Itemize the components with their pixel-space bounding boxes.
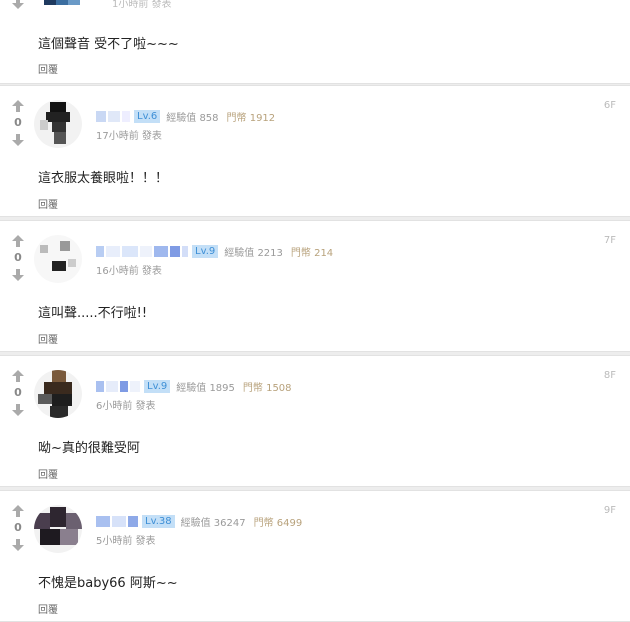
vote-score: 0 bbox=[14, 521, 22, 534]
arrow-down-icon[interactable] bbox=[8, 267, 28, 283]
experience-value: 經驗值 858 bbox=[166, 112, 219, 124]
avatar[interactable] bbox=[34, 100, 82, 148]
post-time: 16小時前 發表 bbox=[96, 266, 162, 277]
comment-card: 0 Lv.9 經驗值 1895 門幣 1508 6小時前 發表 8F 呦~真的很… bbox=[0, 355, 630, 487]
comment-card: 0 Lv.9 經驗值 2213 門幣 214 16小時前 發表 7F 這叫聲..… bbox=[0, 220, 630, 352]
username[interactable] bbox=[96, 515, 138, 527]
reply-button[interactable]: 回覆 bbox=[38, 61, 58, 76]
arrow-down-icon[interactable] bbox=[8, 0, 28, 11]
comment-text: 呦~真的很難受阿 bbox=[38, 441, 140, 456]
user-meta: Lv.9 經驗值 1895 門幣 1508 bbox=[96, 379, 300, 394]
floor-number: 9F bbox=[603, 505, 616, 516]
arrow-up-icon[interactable] bbox=[8, 368, 28, 384]
post-time: 6小時前 發表 bbox=[96, 401, 156, 412]
vote-column: 0 bbox=[8, 98, 28, 148]
avatar bbox=[44, 0, 84, 7]
arrow-down-icon[interactable] bbox=[8, 132, 28, 148]
vote-column: 0 bbox=[8, 233, 28, 283]
comment-card-top: 1小時前 發表 這個聲音 受不了啦~~~ 回覆 bbox=[0, 0, 630, 84]
vote-score: 0 bbox=[14, 386, 22, 399]
post-time: 17小時前 發表 bbox=[96, 131, 162, 142]
experience-value: 經驗值 1895 bbox=[176, 382, 235, 394]
comment-card: 0 Lv.38 經驗值 36247 門幣 6499 5小時前 發表 9F 不愧是… bbox=[0, 490, 630, 622]
arrow-up-icon[interactable] bbox=[8, 233, 28, 249]
avatar[interactable] bbox=[34, 370, 82, 418]
reply-button[interactable]: 回覆 bbox=[38, 466, 58, 481]
vote-column: 0 bbox=[8, 368, 28, 418]
post-time: 1小時前 發表 bbox=[112, 0, 172, 10]
coin-value: 門幣 214 bbox=[290, 247, 334, 259]
username[interactable] bbox=[96, 110, 130, 122]
comment-text: 這個聲音 受不了啦~~~ bbox=[38, 37, 179, 52]
level-badge: Lv.6 bbox=[134, 109, 161, 123]
username[interactable] bbox=[96, 380, 140, 392]
comment-text: 這叫聲.....不行啦!! bbox=[38, 306, 148, 321]
floor-number: 8F bbox=[603, 370, 616, 381]
post-time: 5小時前 發表 bbox=[96, 536, 156, 547]
arrow-up-icon[interactable] bbox=[8, 503, 28, 519]
arrow-up-icon[interactable] bbox=[8, 98, 28, 114]
arrow-down-icon[interactable] bbox=[8, 537, 28, 553]
vote-score: 0 bbox=[14, 116, 22, 129]
arrow-down-icon[interactable] bbox=[8, 402, 28, 418]
experience-value: 經驗值 2213 bbox=[224, 247, 283, 259]
coin-value: 門幣 1508 bbox=[242, 382, 292, 394]
coin-value: 門幣 1912 bbox=[226, 112, 276, 124]
vote-score: 0 bbox=[14, 251, 22, 264]
floor-number: 7F bbox=[603, 235, 616, 246]
avatar[interactable] bbox=[34, 235, 82, 283]
level-badge: Lv.9 bbox=[192, 244, 219, 258]
floor-number: 6F bbox=[603, 100, 616, 111]
level-badge: Lv.9 bbox=[144, 379, 171, 393]
user-meta: Lv.38 經驗值 36247 門幣 6499 bbox=[96, 514, 310, 529]
coin-value: 門幣 6499 bbox=[253, 517, 303, 529]
username[interactable] bbox=[96, 245, 188, 257]
experience-value: 經驗值 36247 bbox=[180, 517, 246, 529]
avatar[interactable] bbox=[34, 505, 82, 553]
reply-button[interactable]: 回覆 bbox=[38, 196, 58, 211]
reply-button[interactable]: 回覆 bbox=[38, 331, 58, 346]
user-meta: Lv.6 經驗值 858 門幣 1912 bbox=[96, 109, 283, 124]
vote-column: 0 bbox=[8, 503, 28, 553]
comment-feed: 1小時前 發表 這個聲音 受不了啦~~~ 回覆 0 Lv.6 經驗值 858 門… bbox=[0, 0, 630, 622]
vote-column bbox=[8, 0, 28, 11]
reply-button[interactable]: 回覆 bbox=[38, 601, 58, 616]
level-badge: Lv.38 bbox=[142, 514, 175, 528]
comment-text: 不愧是baby66 阿斯~~ bbox=[38, 576, 178, 591]
user-meta: Lv.9 經驗值 2213 門幣 214 bbox=[96, 244, 341, 259]
comment-text: 這衣服太養眼啦！！！ bbox=[38, 171, 169, 186]
comment-card: 0 Lv.6 經驗值 858 門幣 1912 17小時前 發表 6F 這衣服太養… bbox=[0, 85, 630, 217]
